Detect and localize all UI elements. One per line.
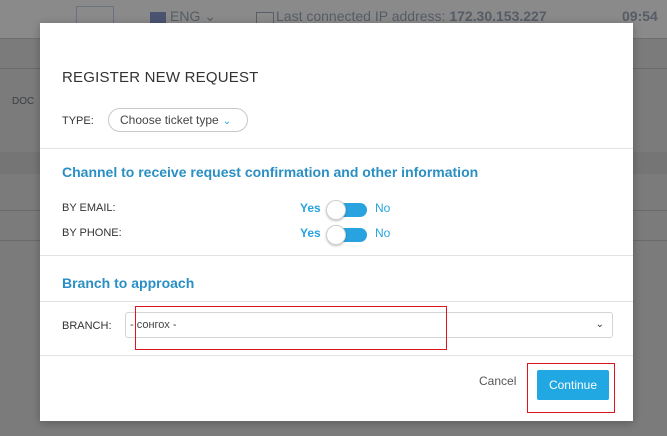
- ticket-type-select[interactable]: Choose ticket type ⌄: [108, 108, 248, 132]
- language-label: ENG: [170, 8, 201, 24]
- ip-value: 172.30.153.227: [449, 8, 547, 24]
- phone-channel-label: BY PHONE:: [62, 227, 122, 239]
- branch-section-title: Branch to approach: [62, 275, 195, 291]
- phone-toggle[interactable]: [326, 225, 367, 245]
- email-yes-label: Yes: [300, 201, 321, 215]
- last-ip-info: Last connected IP address: 172.30.153.22…: [276, 8, 547, 24]
- channel-section-title: Channel to receive request confirmation …: [62, 164, 479, 180]
- branch-select[interactable]: - сонгох - ⌄: [125, 312, 613, 338]
- chevron-down-icon: ⌄: [595, 319, 604, 330]
- cancel-button[interactable]: Cancel: [479, 374, 516, 388]
- uk-flag-icon: [150, 11, 166, 23]
- toggle-knob: [326, 200, 346, 220]
- section-divider: [40, 255, 633, 256]
- email-no-label: No: [375, 201, 391, 215]
- clock: 09:54: [622, 8, 658, 24]
- branch-label: BRANCH:: [62, 320, 112, 332]
- dialog-title: REGISTER NEW REQUEST: [62, 69, 259, 86]
- continue-button[interactable]: Continue: [537, 370, 609, 400]
- section-divider: [40, 355, 633, 356]
- phone-no-label: No: [375, 226, 391, 240]
- toggle-knob: [326, 225, 346, 245]
- phone-yes-label: Yes: [300, 226, 321, 240]
- branch-selected-value: - сонгох -: [130, 319, 177, 331]
- email-toggle[interactable]: [326, 200, 367, 220]
- register-request-dialog: REGISTER NEW REQUEST TYPE: Choose ticket…: [40, 23, 633, 421]
- type-label: TYPE:: [62, 115, 94, 127]
- email-channel-label: BY EMAIL:: [62, 202, 116, 214]
- chevron-down-icon: ⌄: [204, 8, 216, 24]
- ip-prefix: Last connected IP address:: [276, 8, 446, 24]
- ticket-type-placeholder: Choose ticket type: [120, 113, 219, 127]
- chevron-down-icon: ⌄: [222, 116, 232, 127]
- section-divider: [40, 148, 633, 149]
- section-divider: [40, 301, 633, 302]
- background-nav-item: DOC: [12, 96, 35, 107]
